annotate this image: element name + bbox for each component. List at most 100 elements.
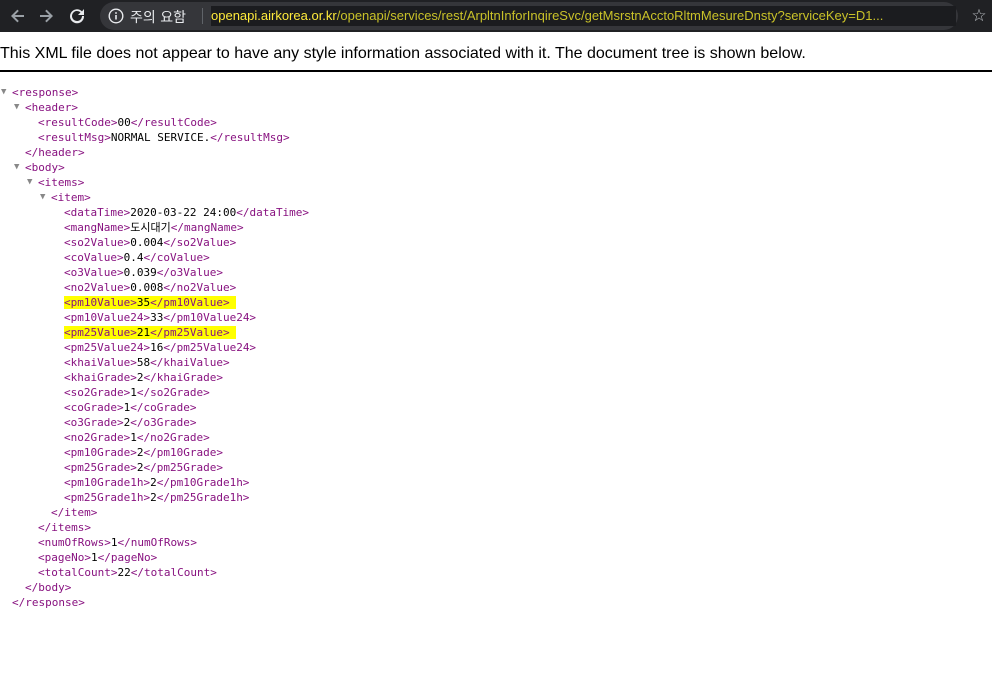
xml-close-items: </items> — [0, 520, 992, 535]
xml-tag: <no2Value> — [64, 281, 131, 294]
xml-close-body: </body> — [0, 580, 992, 595]
security-label[interactable]: 주의 요함 — [130, 7, 186, 27]
xml-tag: </resultMsg> — [210, 131, 290, 144]
xml-tag: <pm10Value> — [64, 296, 137, 309]
xml-field-no2Value: <no2Value>0.008</no2Value> — [0, 280, 992, 295]
xml-tag: </item> — [51, 506, 98, 519]
xml-tag: </pm25Value24> — [163, 341, 257, 354]
xml-value: 1 — [130, 431, 137, 444]
xml-tag: <pm10Grade1h> — [64, 476, 151, 489]
xml-field-coValue: <coValue>0.4</coValue> — [0, 250, 992, 265]
collapse-triangle-icon[interactable]: ▼ — [14, 100, 19, 115]
xml-value: 2 — [150, 491, 157, 504]
star-icon[interactable]: ☆ — [968, 5, 990, 27]
xml-tag: <mangName> — [64, 221, 131, 234]
collapse-triangle-icon[interactable]: ▼ — [27, 175, 32, 190]
xml-field-pm10Grade1h: <pm10Grade1h>2</pm10Grade1h> — [0, 475, 992, 490]
xml-tag: <resultMsg> — [38, 131, 111, 144]
xml-tag: <o3Grade> — [64, 416, 124, 429]
xml-tag: </pageNo> — [97, 551, 158, 564]
xml-value: 2 — [150, 476, 157, 489]
url-path: /openapi/services/rest/ArpltnInforInqire… — [336, 8, 884, 23]
xml-tag: </pm10Grade> — [143, 446, 223, 459]
xml-field-so2Grade: <so2Grade>1</so2Grade> — [0, 385, 992, 400]
xml-tag: </so2Value> — [163, 236, 237, 249]
xml-tag: <totalCount> — [38, 566, 118, 579]
reload-icon[interactable] — [65, 4, 89, 28]
xml-tag: <khaiGrade> — [64, 371, 137, 384]
xml-tag: <pm25Value> — [64, 326, 137, 339]
browser-toolbar: 주의 요함 openapi.airkorea.or.kr/openapi/ser… — [0, 0, 992, 32]
collapse-triangle-icon[interactable]: ▼ — [40, 190, 45, 205]
xml-tag: </pm10Grade1h> — [156, 476, 250, 489]
xml-tag: <khaiValue> — [64, 356, 137, 369]
xml-tag: </pm25Grade1h> — [156, 491, 250, 504]
xml-field-no2Grade: <no2Grade>1</no2Grade> — [0, 430, 992, 445]
divider — [0, 70, 992, 72]
xml-tag: <items> — [38, 176, 85, 189]
xml-open-header: ▼ <header> — [0, 100, 992, 115]
xml-close-item: </item> — [0, 505, 992, 520]
xml-value: 21 — [136, 326, 151, 339]
address-bar[interactable]: 주의 요함 openapi.airkorea.or.kr/openapi/ser… — [100, 2, 958, 30]
xml-tag: </pm10Value24> — [163, 311, 257, 324]
xml-tag: </items> — [38, 521, 91, 534]
xml-tag: </khaiGrade> — [143, 371, 223, 384]
xml-tag: </numOfRows> — [117, 536, 197, 549]
xml-tag: </no2Grade> — [136, 431, 210, 444]
xml-tag: <response> — [12, 86, 79, 99]
xml-tag: </pm25Grade> — [143, 461, 223, 474]
xml-value: 33 — [150, 311, 164, 324]
xml-tag: <pm10Grade> — [64, 446, 137, 459]
xml-field-dataTime: <dataTime>2020-03-22 24:00</dataTime> — [0, 205, 992, 220]
xml-tag: <so2Grade> — [64, 386, 131, 399]
xml-tag: </pm25Value> — [150, 326, 230, 339]
xml-tag: </coGrade> — [130, 401, 197, 414]
xml-field-totalCount: <totalCount>22</totalCount> — [0, 565, 992, 580]
xml-value: 22 — [117, 566, 131, 579]
xml-value: 도시대기 — [130, 221, 171, 234]
xml-field-coGrade: <coGrade>1</coGrade> — [0, 400, 992, 415]
xml-value: 0.039 — [123, 266, 157, 279]
collapse-triangle-icon[interactable]: ▼ — [1, 85, 6, 100]
arrow-right-icon[interactable] — [34, 4, 58, 28]
collapse-triangle-icon[interactable]: ▼ — [14, 160, 19, 175]
xml-close-response: </response> — [0, 595, 992, 610]
xml-tag: <coGrade> — [64, 401, 124, 414]
xml-value: 1 — [90, 551, 98, 564]
xml-value: 0.4 — [123, 251, 144, 264]
xml-open-response: ▼ <response> — [0, 85, 992, 100]
xml-field-pm25Value24: <pm25Value24>16</pm25Value24> — [0, 340, 992, 355]
arrow-left-icon[interactable] — [6, 4, 30, 28]
xml-tag: </o3Grade> — [130, 416, 197, 429]
xml-tag: <coValue> — [64, 251, 124, 264]
xml-field-pm25Grade1h: <pm25Grade1h>2</pm25Grade1h> — [0, 490, 992, 505]
xml-value: 35 — [136, 296, 151, 309]
xml-tag: <dataTime> — [64, 206, 131, 219]
xml-field-khaiValue: <khaiValue>58</khaiValue> — [0, 355, 992, 370]
xml-tag: <numOfRows> — [38, 536, 111, 549]
xml-field-khaiGrade: <khaiGrade>2</khaiGrade> — [0, 370, 992, 385]
xml-tag: <pm25Grade1h> — [64, 491, 151, 504]
xml-tag: <pm25Grade> — [64, 461, 137, 474]
xml-tag: <header> — [25, 101, 78, 114]
xml-value: NORMAL SERVICE. — [110, 131, 211, 144]
xml-field-pm10Value24: <pm10Value24>33</pm10Value24> — [0, 310, 992, 325]
xml-tag: </response> — [12, 596, 85, 609]
xml-tag: </pm10Value> — [150, 296, 230, 309]
xml-field-resultCode: <resultCode>00</resultCode> — [0, 115, 992, 130]
highlight-mark: <pm10Value>35</pm10Value> — [64, 296, 236, 309]
info-icon[interactable] — [108, 8, 124, 24]
xml-style-notice: This XML file does not appear to have an… — [0, 45, 806, 62]
url-text[interactable]: openapi.airkorea.or.kr/openapi/services/… — [211, 6, 956, 26]
xml-tag: <pm25Value24> — [64, 341, 151, 354]
xml-tag: <pm10Value24> — [64, 311, 151, 324]
xml-tag: </totalCount> — [130, 566, 217, 579]
xml-value: 0.004 — [130, 236, 164, 249]
xml-tag: <o3Value> — [64, 266, 124, 279]
xml-open-item: ▼ <item> — [0, 190, 992, 205]
xml-tag: <body> — [25, 161, 65, 174]
xml-tag: </dataTime> — [236, 206, 310, 219]
xml-field-pm10Grade: <pm10Grade>2</pm10Grade> — [0, 445, 992, 460]
xml-field-pm25Value: <pm25Value>21</pm25Value> — [0, 325, 992, 340]
